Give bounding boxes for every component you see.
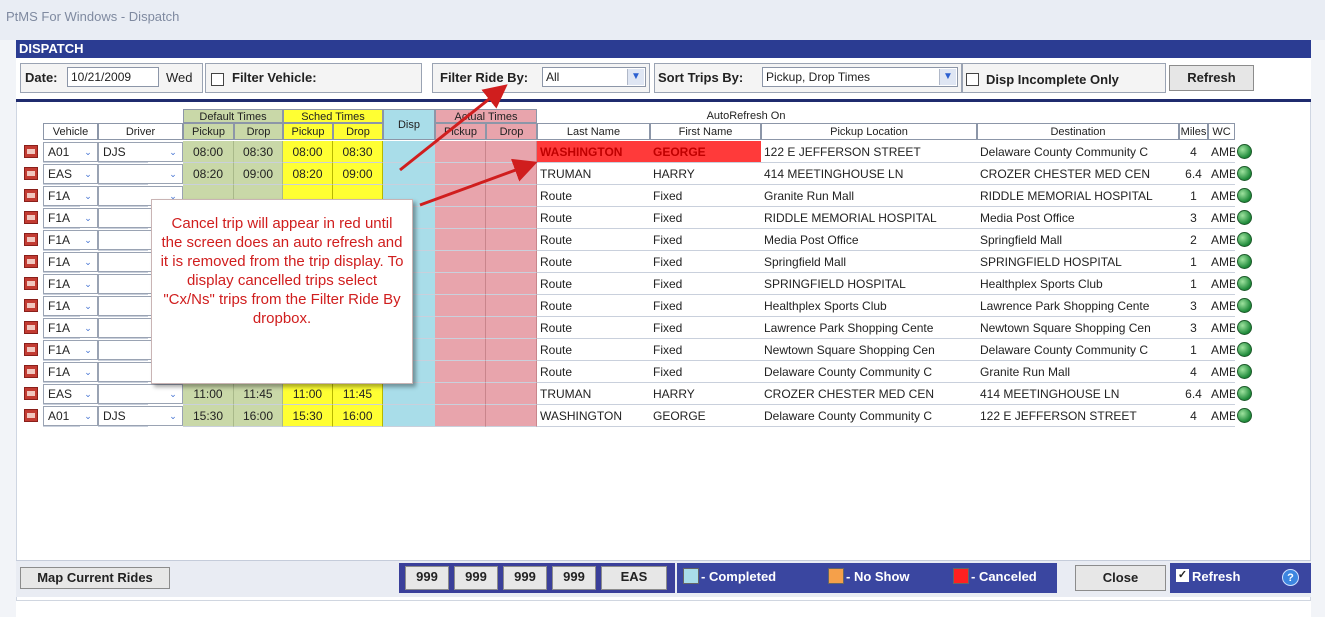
legend-label: - Completed [701, 569, 777, 584]
counter-button[interactable]: 999 [405, 566, 449, 590]
counter-button[interactable]: 999 [552, 566, 596, 590]
map-current-rides-button[interactable]: Map Current Rides [20, 567, 170, 589]
arrow-to-row [419, 158, 538, 207]
legend-label: - Canceled [971, 569, 1037, 584]
help-callout: Cancel trip will appear in red until the… [151, 199, 413, 384]
counter-button[interactable]: 999 [454, 566, 498, 590]
auto-refresh-checkbox[interactable]: ✓ [1176, 569, 1189, 582]
legend-label: - No Show [846, 569, 910, 584]
legend-swatch [683, 568, 699, 584]
legend-swatch [828, 568, 844, 584]
counter-button[interactable]: 999 [503, 566, 547, 590]
counter-button[interactable]: EAS [601, 566, 667, 590]
status-strip [16, 600, 1311, 617]
auto-refresh-label: Refresh [1192, 569, 1241, 584]
legend-swatch [953, 568, 969, 584]
close-button[interactable]: Close [1075, 565, 1166, 591]
arrow-to-filter [399, 84, 508, 172]
help-icon[interactable]: ? [1282, 569, 1299, 586]
